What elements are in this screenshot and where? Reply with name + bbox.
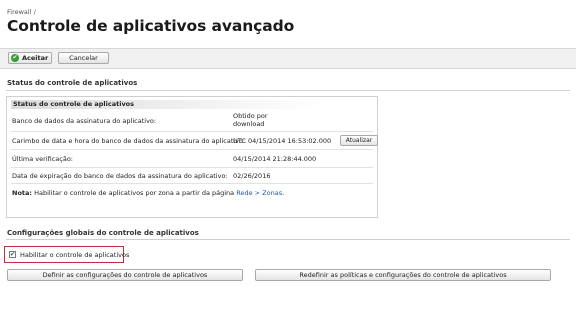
accept-label: Aceitar [22, 54, 49, 62]
accept-button[interactable]: ✔ Aceitar [8, 52, 52, 64]
zones-link[interactable]: Rede > Zonas [236, 189, 282, 197]
note-text: Habilitar o controle de aplicativos por … [34, 189, 235, 197]
expiration-label: Data de expiração do banco de dados da a… [12, 172, 228, 180]
global-section-divider [6, 239, 570, 240]
signature-timestamp-value: UTC 04/15/2014 16:53:02.000 [233, 137, 332, 145]
toolbar: ✔ Aceitar Cancelar [0, 48, 576, 69]
status-panel: Status do controle de aplicativos Banco … [6, 96, 378, 218]
row-divider [11, 131, 373, 132]
signature-timestamp-label: Carimbo de data e hora do banco de dados… [12, 137, 246, 145]
status-panel-title: Status do controle de aplicativos [11, 100, 321, 109]
update-button[interactable]: Atualizar [340, 135, 378, 146]
signature-db-value: Obtido por download [233, 112, 268, 128]
signature-db-label: Banco de dados da assinatura do aplicati… [12, 117, 157, 125]
page-title: Controle de aplicativos avançado [7, 17, 295, 35]
row-divider [11, 149, 373, 150]
note-prefix: Nota: [12, 189, 32, 197]
enable-app-control[interactable]: ✔ Habilitar o controle de aplicativos [4, 246, 129, 263]
breadcrumb[interactable]: Firewall / [7, 8, 36, 16]
cancel-button[interactable]: Cancelar [58, 52, 109, 64]
last-check-label: Última verificação: [12, 155, 73, 163]
check-icon: ✔ [11, 54, 19, 62]
status-section-title: Status do controle de aplicativos [7, 79, 138, 87]
status-section-divider [6, 90, 570, 91]
enable-label: Habilitar o controle de aplicativos [20, 250, 130, 259]
note-suffix: . [282, 189, 285, 197]
zone-note: Nota: Habilitar o controle de aplicativo… [12, 189, 284, 197]
row-divider [11, 167, 373, 168]
global-section-title: Configurações globais do controle de apl… [7, 229, 199, 237]
expiration-value: 02/26/2016 [233, 172, 271, 180]
reset-policies-button[interactable]: Redefinir as políticas e configurações d… [255, 269, 551, 281]
enable-checkbox[interactable]: ✔ [9, 251, 16, 258]
last-check-value: 04/15/2014 21:28:44.000 [233, 155, 317, 163]
row-divider [11, 183, 373, 184]
define-settings-button[interactable]: Definir as configurações do controle de … [7, 269, 243, 281]
